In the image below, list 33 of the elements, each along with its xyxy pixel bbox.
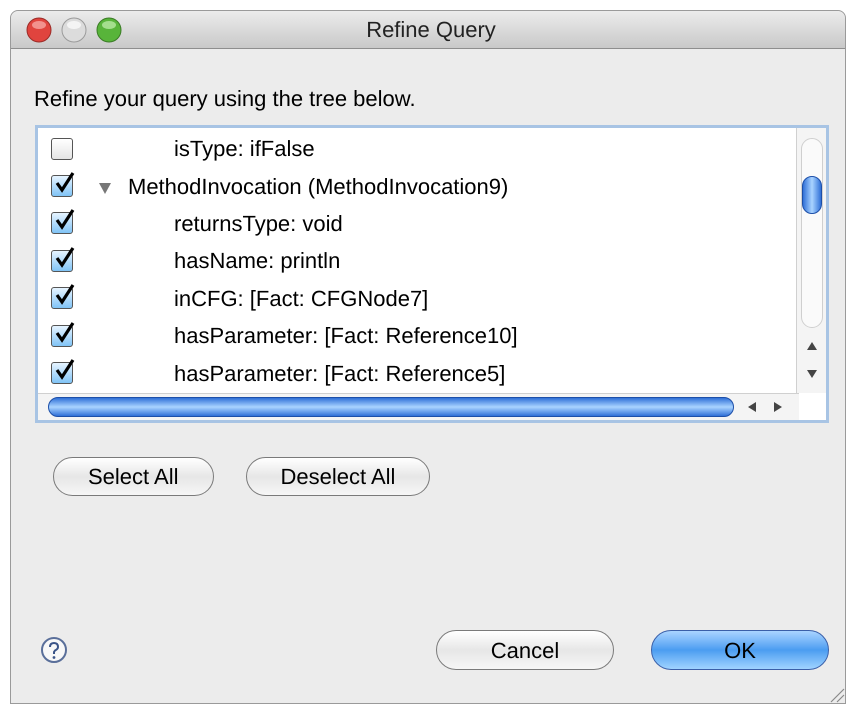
window-title: Refine Query bbox=[365, 16, 497, 44]
tree-item-label[interactable]: hasName: println bbox=[174, 244, 340, 278]
checkbox[interactable] bbox=[51, 287, 73, 310]
checkbox[interactable] bbox=[51, 212, 73, 234]
cancel-button[interactable]: Cancel bbox=[436, 630, 614, 670]
select-button[interactable]: Select All bbox=[53, 457, 214, 496]
zoom-icon[interactable] bbox=[96, 16, 122, 42]
close-icon[interactable] bbox=[26, 16, 52, 42]
checkbox[interactable] bbox=[51, 138, 73, 160]
scroll-left-icon[interactable] bbox=[746, 401, 758, 413]
vertical-scrollbar[interactable] bbox=[796, 128, 826, 393]
minimize-icon[interactable] bbox=[61, 16, 87, 42]
checkbox[interactable] bbox=[51, 250, 73, 272]
help-icon[interactable] bbox=[40, 636, 68, 664]
horizontal-scrollbar[interactable] bbox=[38, 393, 799, 420]
scrollbar-thumb[interactable] bbox=[48, 397, 734, 417]
tree-item-label[interactable]: isType: ifFalse bbox=[174, 132, 315, 166]
scroll-right-icon[interactable] bbox=[772, 401, 784, 413]
ok-button[interactable]: OK bbox=[651, 630, 829, 670]
tree-item-label[interactable]: hasParameter: [Fact: Reference5] bbox=[174, 356, 506, 390]
expanded-triangle-icon[interactable] bbox=[98, 181, 112, 196]
tree-item-label[interactable]: hasParameter: [Fact: Reference10] bbox=[174, 319, 518, 352]
tree-item-label[interactable]: MethodInvocation (MethodInvocation9) bbox=[128, 170, 508, 203]
tree-item-label[interactable]: returnsType: void bbox=[174, 206, 343, 240]
instruction-text: Refine your query using the tree below. bbox=[34, 85, 417, 113]
scroll-up-icon[interactable] bbox=[806, 340, 818, 352]
checkbox[interactable] bbox=[51, 362, 73, 384]
scroll-down-icon[interactable] bbox=[806, 368, 818, 380]
tree-item-label[interactable]: inCFG: [Fact: CFGNode7] bbox=[174, 282, 428, 315]
select-button[interactable]: Deselect All bbox=[246, 457, 430, 496]
checkbox[interactable] bbox=[51, 175, 73, 198]
scrollbar-thumb[interactable] bbox=[802, 176, 822, 214]
checkbox[interactable] bbox=[51, 324, 73, 347]
